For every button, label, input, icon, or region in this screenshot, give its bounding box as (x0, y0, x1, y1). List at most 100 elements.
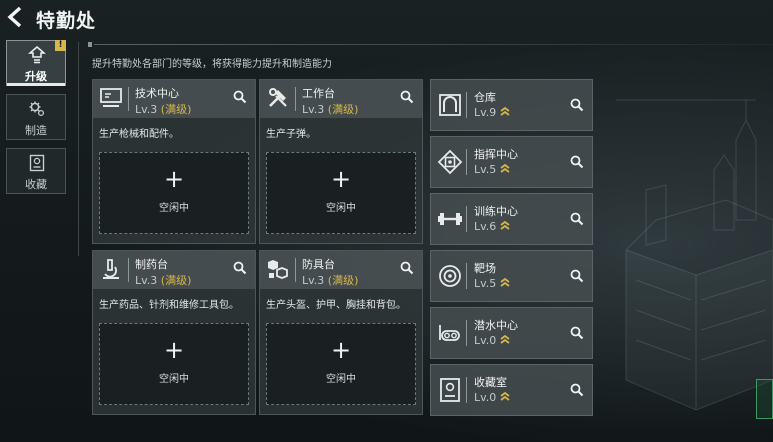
craft-slot-empty[interactable]: + 空闲中 (266, 152, 416, 234)
search-icon[interactable] (232, 260, 248, 276)
divider-cap (88, 42, 92, 47)
facility-row-shooting-range[interactable]: 靶场 Lv.5 (430, 250, 593, 302)
row-separator (466, 92, 467, 118)
card-title: 制药台 (135, 258, 168, 271)
page-title: 特勤处 (36, 10, 97, 32)
command-chip-icon (437, 149, 463, 175)
add-icon: + (163, 165, 185, 193)
upgrade-chevron-icon (500, 277, 510, 287)
add-icon: + (330, 165, 352, 193)
divider-horizontal (94, 44, 773, 45)
search-icon[interactable] (569, 382, 585, 398)
card-separator (295, 87, 296, 111)
row-separator (466, 263, 467, 289)
facility-level: Lv.6 (474, 220, 510, 233)
facility-row-diving-center[interactable]: 潜水中心 Lv.0 (430, 307, 593, 359)
target-icon (439, 265, 461, 287)
tab-crafting-label: 制造 (25, 124, 47, 137)
card-level: Lv.3 (满级) (135, 274, 192, 287)
search-icon[interactable] (399, 89, 415, 105)
facility-card-tech-center: 技术中心 Lv.3 (满级) 生产枪械和配件。 + 空闲中 (92, 79, 256, 244)
dumbbell-icon (438, 213, 462, 225)
search-icon[interactable] (569, 268, 585, 284)
facility-card-pharmacy: 制药台 Lv.3 (满级) 生产药品、针剂和维修工具包。 + 空闲中 (92, 250, 256, 415)
search-icon[interactable] (569, 154, 585, 170)
row-separator (466, 206, 467, 232)
facility-row-command-center[interactable]: 指挥中心 Lv.5 (430, 136, 593, 188)
card-header: 防具台 Lv.3 (满级) (260, 251, 422, 289)
max-level-tag: (满级) (327, 103, 359, 116)
tab-collection[interactable]: 收藏 (6, 148, 66, 194)
craft-slot-empty[interactable]: + 空闲中 (99, 323, 249, 405)
max-level-tag: (满级) (160, 103, 192, 116)
facility-row-warehouse[interactable]: 仓库 Lv.9 (430, 79, 593, 131)
card-separator (128, 87, 129, 111)
slot-status: 空闲中 (159, 374, 189, 385)
card-level: Lv.3 (满级) (302, 103, 359, 116)
card-header: 制药台 Lv.3 (满级) (93, 251, 255, 289)
search-icon[interactable] (569, 97, 585, 113)
facility-level: Lv.0 (474, 391, 510, 404)
facility-name: 潜水中心 (474, 319, 518, 332)
card-description: 生产子弹。 (266, 129, 316, 140)
facility-row-training-center[interactable]: 训练中心 Lv.6 (430, 193, 593, 245)
tab-collection-label: 收藏 (25, 178, 47, 191)
craft-slot-empty[interactable]: + 空闲中 (99, 152, 249, 234)
facility-level: Lv.9 (474, 106, 510, 119)
facility-card-workbench: 工作台 Lv.3 (满级) 生产子弹。 + 空闲中 (259, 79, 423, 244)
upgrade-icon (28, 46, 46, 64)
craft-slot-empty[interactable]: + 空闲中 (266, 323, 416, 405)
microscope-icon (103, 259, 119, 279)
card-description: 生产药品、针剂和维修工具包。 (99, 300, 239, 311)
tab-upgrade-label: 升级 (25, 70, 47, 83)
card-level: Lv.3 (满级) (135, 103, 192, 116)
upgrade-chevron-icon (500, 220, 510, 230)
tab-crafting[interactable]: 制造 (6, 94, 66, 140)
tools-icon (269, 88, 287, 107)
tab-upgrade[interactable]: 升级 ! (6, 40, 66, 86)
facility-level: Lv.5 (474, 277, 510, 290)
facility-row-collection-room[interactable]: 收藏室 Lv.0 (430, 364, 593, 416)
add-icon: + (163, 336, 185, 364)
max-level-tag: (满级) (160, 274, 192, 287)
upgrade-chevron-icon (500, 334, 510, 344)
section-subtitle: 提升特勤处各部门的等级，将获得能力提升和制造能力 (92, 59, 332, 70)
facility-name: 收藏室 (474, 376, 507, 389)
upgrade-chevron-icon (500, 106, 510, 116)
back-arrow-icon[interactable] (4, 5, 28, 29)
facility-card-armor-bench: 防具台 Lv.3 (满级) 生产头盔、护甲、胸挂和背包。 + 空闲中 (259, 250, 423, 415)
slot-status: 空闲中 (326, 374, 356, 385)
card-separator (295, 258, 296, 282)
header-bar: 特勤处 (0, 0, 773, 36)
facility-name: 靶场 (474, 262, 496, 275)
corner-indicator (756, 379, 773, 419)
facility-name: 训练中心 (474, 205, 518, 218)
card-title: 工作台 (302, 87, 335, 100)
diving-mask-icon (439, 325, 460, 341)
card-title: 防具台 (302, 258, 335, 271)
facility-level: Lv.0 (474, 334, 510, 347)
add-icon: + (330, 336, 352, 364)
computer-icon (100, 88, 122, 107)
upgrade-chevron-icon (500, 391, 510, 401)
card-title: 技术中心 (135, 87, 179, 100)
facility-name: 仓库 (474, 91, 496, 104)
row-separator (466, 320, 467, 346)
search-icon[interactable] (399, 260, 415, 276)
facility-level: Lv.5 (474, 163, 510, 176)
card-header: 技术中心 Lv.3 (满级) (93, 80, 255, 118)
background-building-wireframe (616, 99, 773, 411)
row-separator (466, 377, 467, 403)
card-description: 生产枪械和配件。 (99, 129, 179, 140)
card-level: Lv.3 (满级) (302, 274, 359, 287)
search-icon[interactable] (569, 211, 585, 227)
notification-badge: ! (55, 40, 66, 51)
card-separator (128, 258, 129, 282)
warehouse-icon (439, 94, 461, 116)
slot-status: 空闲中 (326, 203, 356, 214)
card-header: 工作台 Lv.3 (满级) (260, 80, 422, 118)
search-icon[interactable] (569, 325, 585, 341)
search-icon[interactable] (232, 89, 248, 105)
max-level-tag: (满级) (327, 274, 359, 287)
collection-room-icon (440, 378, 460, 402)
